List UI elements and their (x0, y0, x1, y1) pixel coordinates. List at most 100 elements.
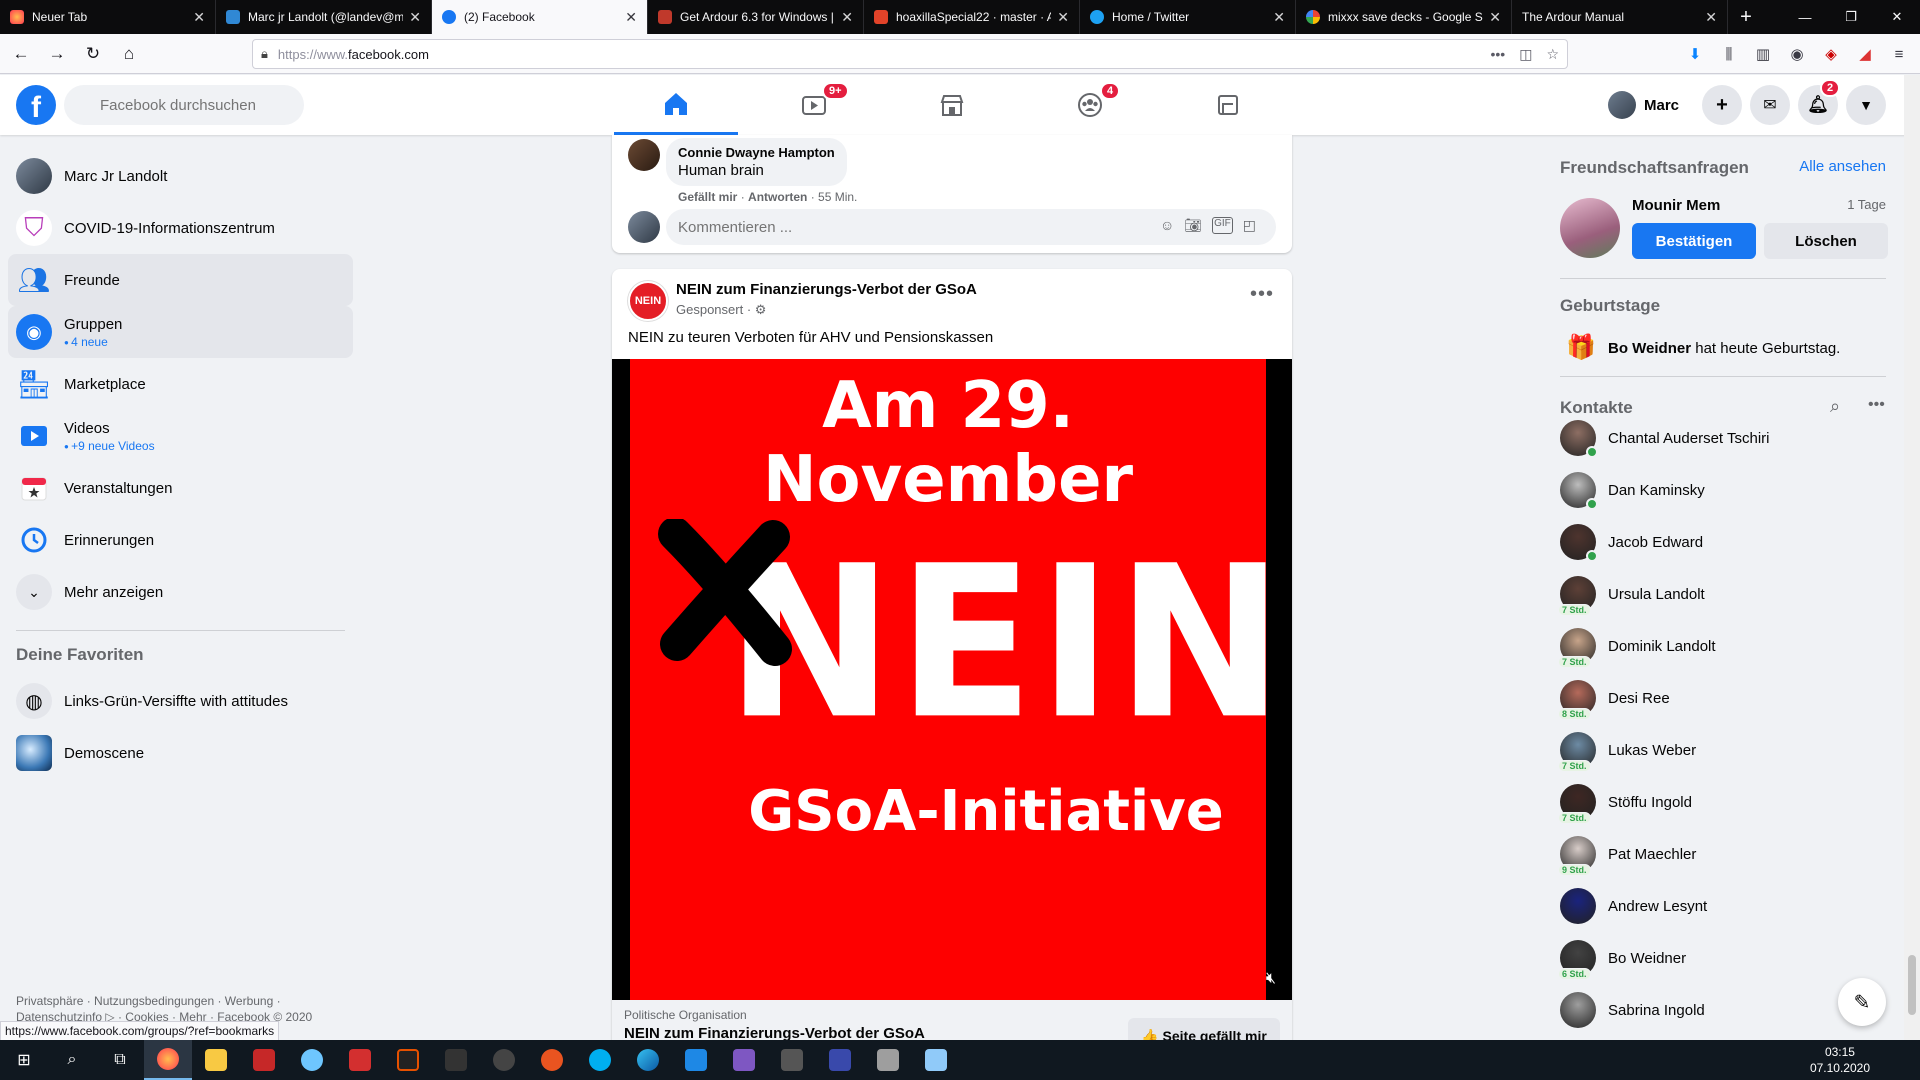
page-actions-icon[interactable]: ••• (1490, 46, 1505, 63)
bookmark-star-icon[interactable]: ☆ (1546, 46, 1559, 63)
comment-author[interactable]: Connie Dwayne Hampton (678, 145, 835, 160)
sticker-icon[interactable]: ◰ (1243, 217, 1256, 234)
extension-icon[interactable]: ◢ (1852, 39, 1878, 69)
browser-tab[interactable]: mixxx save decks - Google S ✕ (1296, 0, 1512, 34)
notifications-button[interactable]: 🔔︎ 2 (1798, 79, 1841, 125)
close-tab-icon[interactable]: ✕ (1705, 9, 1717, 26)
tab-marketplace[interactable] (890, 75, 1014, 135)
contact-item[interactable]: 8 Std. Desi Ree (1558, 672, 1890, 724)
new-message-button[interactable]: ✎ (1838, 978, 1886, 1026)
request-name[interactable]: Mounir Mem (1632, 197, 1720, 214)
tab-watch[interactable]: 9+ (752, 75, 876, 135)
sidebar-item-covid[interactable]: ⛉ COVID-19-Informationszentrum (8, 202, 353, 254)
avatar[interactable] (628, 139, 660, 171)
system-clock[interactable]: 03:15 07.10.2020 (1810, 1044, 1870, 1076)
close-tab-icon[interactable]: ✕ (1489, 9, 1501, 26)
taskbar-skype[interactable] (576, 1040, 624, 1080)
search-button[interactable]: ⌕ (48, 1040, 96, 1080)
browser-tab[interactable]: Get Ardour 6.3 for Windows | ✕ (648, 0, 864, 34)
sidebar-item-show-more[interactable]: ⌄ Mehr anzeigen (8, 566, 353, 618)
camera-icon[interactable]: 📷︎ (1184, 217, 1202, 234)
pocket-icon[interactable]: ◫ (1519, 46, 1532, 63)
birthday-notice[interactable]: Bo Weidner hat heute Geburtstag. (1608, 340, 1840, 357)
more-options-icon[interactable]: ••• (1250, 283, 1274, 306)
mute-icon[interactable]: 🔇︎ (1266, 970, 1276, 988)
start-button[interactable]: ⊞ (0, 1040, 48, 1080)
browser-tab-active[interactable]: (2) Facebook ✕ (432, 0, 648, 34)
taskbar-app[interactable] (912, 1040, 960, 1080)
page-avatar[interactable]: NEIN (628, 281, 668, 321)
sidebar-item-memories[interactable]: Erinnerungen (8, 514, 353, 566)
reload-button[interactable]: ↻ (78, 39, 108, 69)
taskbar-app[interactable] (816, 1040, 864, 1080)
browser-tab[interactable]: The Ardour Manual ✕ (1512, 0, 1728, 34)
new-tab-button[interactable]: + (1728, 0, 1764, 34)
taskbar-app[interactable] (672, 1040, 720, 1080)
tab-groups[interactable]: 4 (1028, 75, 1152, 135)
avatar[interactable] (1560, 198, 1620, 258)
sidebar-item-events[interactable]: Veranstaltungen (8, 462, 353, 514)
taskbar-voicemeeter[interactable] (240, 1040, 288, 1080)
scrollbar-thumb[interactable] (1908, 955, 1916, 1015)
see-all-link[interactable]: Alle ansehen (1799, 158, 1886, 175)
browser-tab[interactable]: hoaxillaSpecial22 · master · A ✕ (864, 0, 1080, 34)
taskbar-app[interactable] (384, 1040, 432, 1080)
contact-item[interactable]: 6 Std. Bo Weidner (1558, 932, 1890, 984)
delete-button[interactable]: Löschen (1764, 223, 1888, 259)
close-tab-icon[interactable]: ✕ (625, 9, 637, 26)
browser-tab[interactable]: Home / Twitter ✕ (1080, 0, 1296, 34)
ublock-icon[interactable]: ◈ (1818, 39, 1844, 69)
post-image[interactable]: Am 29. November NEIN GSoA-Initiative 🔇︎ (612, 359, 1292, 1000)
favorite-item[interactable]: ◍ Links-Grün-Versiffte with attitudes (8, 675, 353, 727)
taskbar-explorer[interactable] (192, 1040, 240, 1080)
favorite-item[interactable]: Demoscene (8, 727, 353, 779)
emoji-icon[interactable]: ☺ (1160, 217, 1174, 234)
task-view-button[interactable]: ⧉ (96, 1040, 144, 1080)
profile-button[interactable]: Marc (1608, 89, 1679, 121)
search-input[interactable] (64, 85, 304, 125)
like-link[interactable]: Gefällt mir (678, 190, 737, 204)
contact-item[interactable]: Andrew Lesynt (1560, 880, 1890, 932)
close-tab-icon[interactable]: ✕ (1057, 9, 1069, 26)
contact-item[interactable]: 7 Std. Dominik Landolt (1558, 620, 1890, 672)
restore-icon[interactable]: ❐ (1828, 0, 1874, 34)
contact-item[interactable]: 7 Std. Stöffu Ingold (1558, 776, 1890, 828)
sidebar-item-friends[interactable]: 👥︎ Freunde (8, 254, 353, 306)
create-button[interactable]: + (1702, 85, 1742, 125)
taskbar-ableton[interactable] (432, 1040, 480, 1080)
sidebar-item-profile[interactable]: Marc Jr Landolt (8, 150, 353, 202)
confirm-button[interactable]: Bestätigen (1632, 223, 1756, 259)
browser-tab[interactable]: Neuer Tab ✕ (0, 0, 216, 34)
taskbar-firefox[interactable] (144, 1040, 192, 1080)
taskbar-app[interactable] (864, 1040, 912, 1080)
post-page-name[interactable]: NEIN zum Finanzierungs-Verbot der GSoA (676, 281, 977, 298)
library-icon[interactable]: ⫼ (1716, 39, 1742, 69)
back-button[interactable]: ← (6, 39, 36, 69)
browser-tab[interactable]: Marc jr Landolt (@landev@m ✕ (216, 0, 432, 34)
taskbar-app[interactable] (768, 1040, 816, 1080)
download-icon[interactable]: ⬇ (1682, 39, 1708, 69)
tab-gaming[interactable] (1166, 75, 1290, 135)
tab-home[interactable] (614, 75, 738, 135)
close-tab-icon[interactable]: ✕ (841, 9, 853, 26)
contact-item[interactable]: 9 Std. Pat Maechler (1558, 828, 1890, 880)
taskbar-obs[interactable] (480, 1040, 528, 1080)
sidebar-item-videos[interactable]: Videos+9 neue Videos (8, 410, 353, 462)
contact-item[interactable]: Jacob Edward (1560, 516, 1890, 568)
taskbar-app[interactable] (336, 1040, 384, 1080)
account-icon[interactable]: ◉ (1784, 39, 1810, 69)
taskbar-edge[interactable] (624, 1040, 672, 1080)
facebook-logo-icon[interactable]: f (16, 85, 56, 125)
account-menu-button[interactable]: ▼ (1846, 85, 1886, 125)
close-window-icon[interactable]: ✕ (1874, 0, 1920, 34)
minimize-icon[interactable]: — (1782, 0, 1828, 34)
taskbar-app[interactable] (288, 1040, 336, 1080)
contact-item[interactable]: 7 Std. Ursula Landolt (1558, 568, 1890, 620)
contact-item[interactable]: Chantal Auderset Tschiri (1560, 412, 1890, 464)
contact-item[interactable]: 7 Std. Lukas Weber (1558, 724, 1890, 776)
taskbar-ubuntu[interactable] (528, 1040, 576, 1080)
forward-button[interactable]: → (42, 39, 72, 69)
close-tab-icon[interactable]: ✕ (409, 9, 421, 26)
address-bar[interactable]: 🔒︎ https://www. facebook.com ••• ◫ ☆ (252, 39, 1568, 69)
home-button[interactable]: ⌂ (114, 39, 144, 69)
